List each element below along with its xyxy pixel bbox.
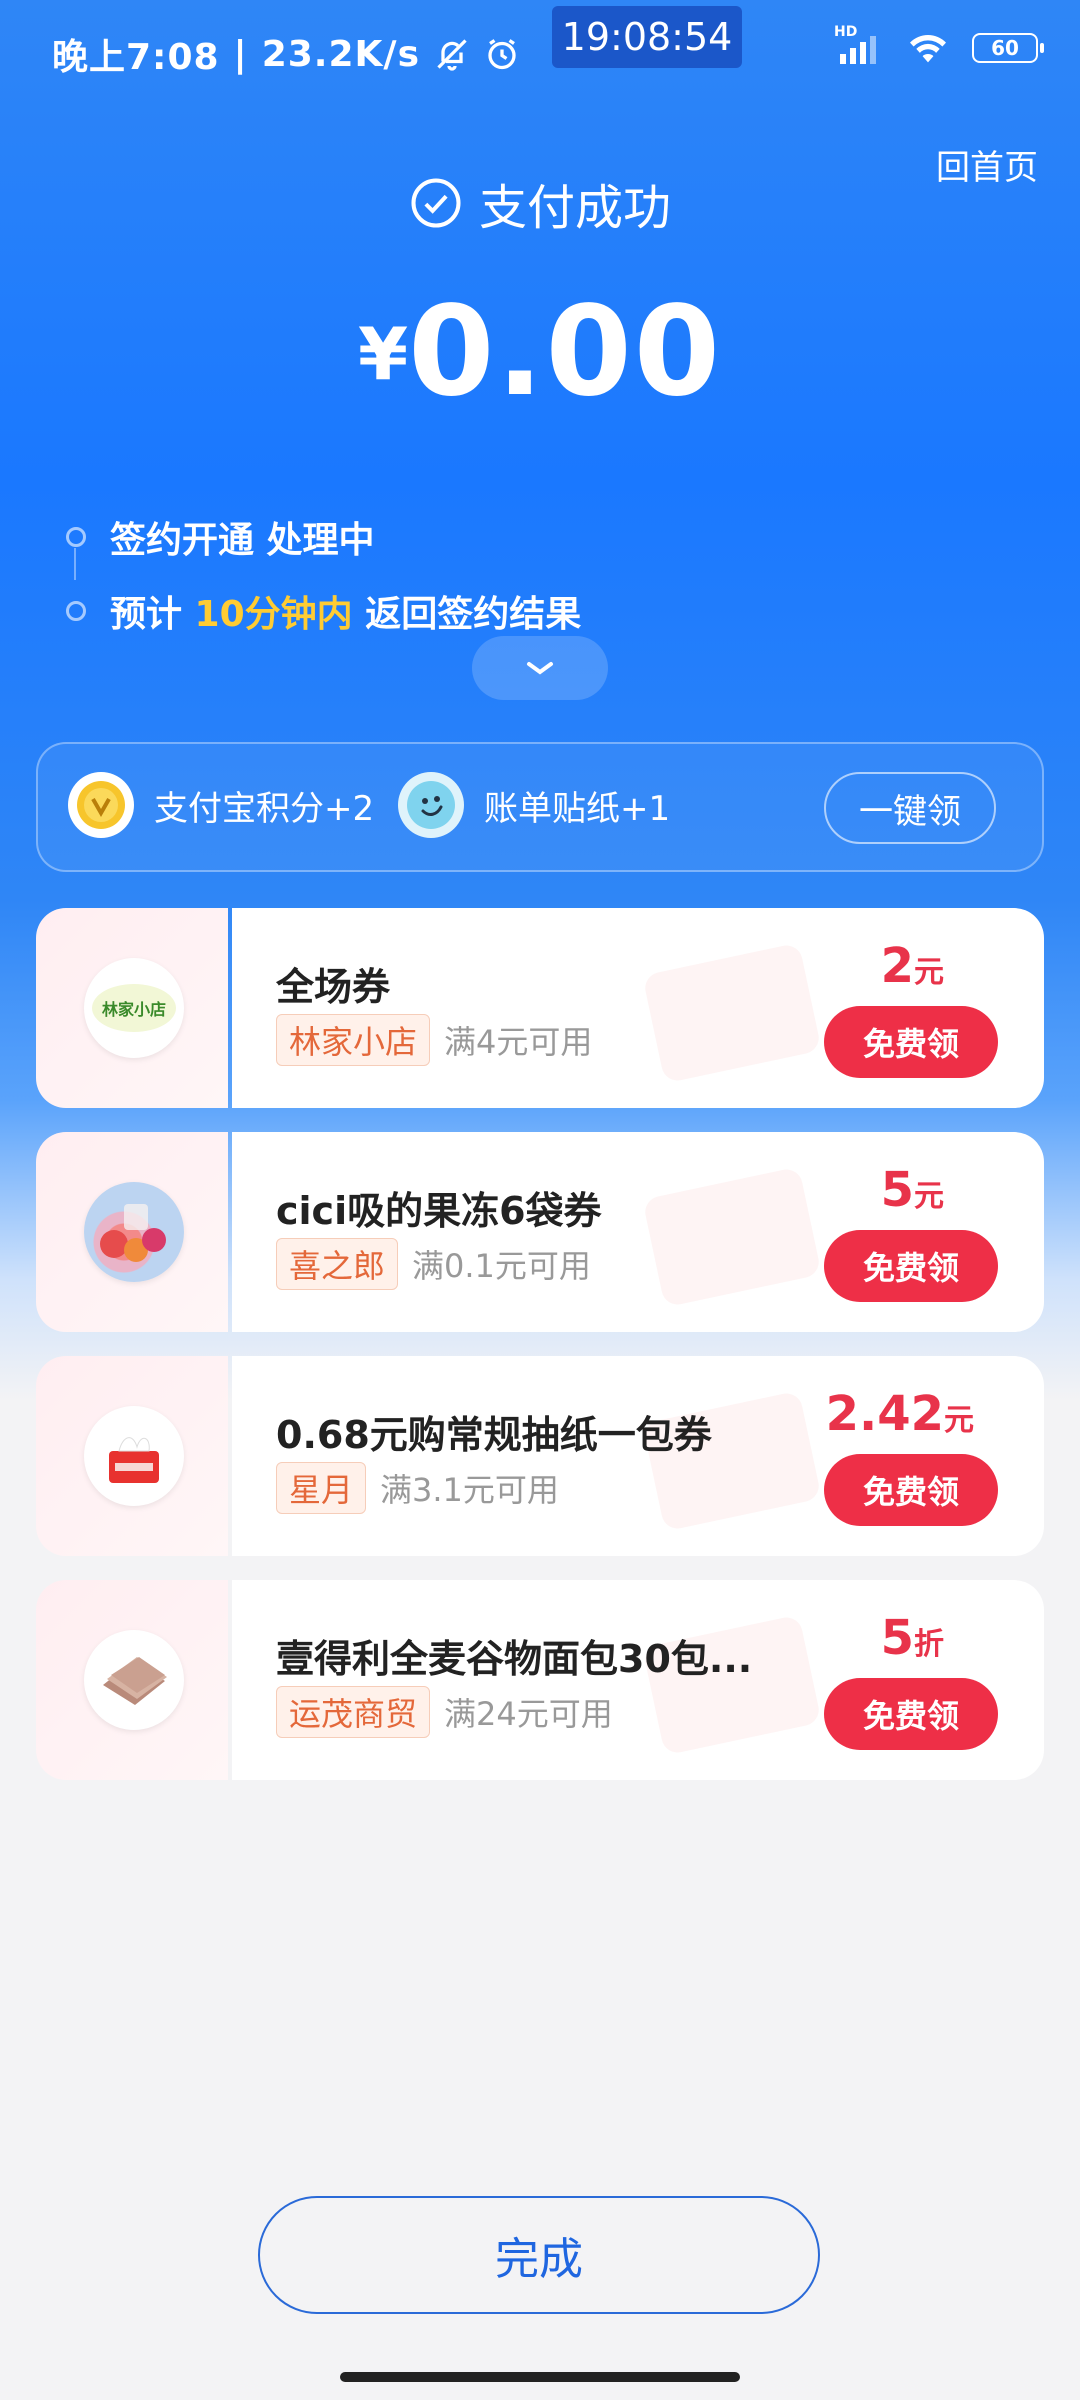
step-text: 签约开通 处理中 bbox=[110, 520, 375, 561]
shop-logo-text: 林家小店 bbox=[102, 1000, 166, 1019]
currency-symbol: ¥ bbox=[357, 312, 409, 396]
coupon-value-number: 2 bbox=[880, 938, 914, 994]
claim-coupon-button[interactable]: 免费领 bbox=[824, 1230, 998, 1302]
coupon-card: 壹得利全麦谷物面包30包... 运茂商贸 满24元可用 5折 免费领 bbox=[36, 1580, 1044, 1780]
coupon-body: 壹得利全麦谷物面包30包... 运茂商贸 满24元可用 5折 免费领 bbox=[232, 1580, 1044, 1780]
step-highlight: 10分钟内 bbox=[194, 594, 353, 635]
status-divider: | bbox=[233, 33, 248, 75]
product-image bbox=[84, 1182, 184, 1282]
rewards-bar: 支付宝积分+2 账单贴纸+1 一键领 bbox=[36, 742, 1044, 872]
amount-value: 0.00 bbox=[408, 280, 723, 424]
coupon-body: 0.68元购常规抽纸一包券 星月 满3.1元可用 2.42元 免费领 bbox=[232, 1356, 1044, 1556]
coupon-value-unit: 折 bbox=[914, 1627, 944, 1662]
coupon-value-number: 5 bbox=[880, 1162, 914, 1218]
signing-status-steps: 签约开通 处理中 预计 10分钟内 返回签约结果 bbox=[66, 500, 581, 648]
chevron-down-icon bbox=[527, 662, 553, 675]
reward-sticker: 账单贴纸+1 bbox=[398, 772, 670, 838]
hd-label: HD bbox=[834, 24, 858, 40]
coupon-value-unit: 元 bbox=[944, 1403, 974, 1438]
coupon-card: 0.68元购常规抽纸一包券 星月 满3.1元可用 2.42元 免费领 bbox=[36, 1356, 1044, 1556]
signal-icon: HD bbox=[834, 24, 884, 66]
coupon-body: 全场券 林家小店 满4元可用 2元 免费领 bbox=[232, 908, 1044, 1108]
coupon-stub bbox=[36, 1356, 228, 1556]
claim-coupon-button[interactable]: 免费领 bbox=[824, 1678, 998, 1750]
step-connector bbox=[74, 548, 76, 580]
coupon-stub: 林家小店 bbox=[36, 908, 228, 1108]
reward-points-label: 支付宝积分+2 bbox=[154, 788, 375, 829]
coupon-watermark bbox=[642, 942, 822, 1084]
alarm-icon bbox=[488, 39, 516, 70]
battery-icon: 60 bbox=[972, 33, 1044, 63]
coupon-title: 壹得利全麦谷物面包30包... bbox=[276, 1637, 753, 1681]
coupon-tags: 运茂商贸 满24元可用 bbox=[276, 1686, 613, 1738]
reward-points: 支付宝积分+2 bbox=[68, 772, 374, 838]
status-right: HD 60 bbox=[834, 24, 1044, 66]
claim-coupon-button[interactable]: 免费领 bbox=[824, 1006, 998, 1078]
coupon-tags: 林家小店 满4元可用 bbox=[276, 1014, 592, 1066]
wifi-icon bbox=[910, 35, 946, 63]
coupon-title: cici吸的果冻6袋券 bbox=[276, 1189, 602, 1233]
coupon-card: cici吸的果冻6袋券 喜之郎 满0.1元可用 5元 免费领 bbox=[36, 1132, 1044, 1332]
claim-coupon-button[interactable]: 免费领 bbox=[824, 1454, 998, 1526]
sticker-icon bbox=[398, 772, 464, 838]
step-item: 签约开通 处理中 bbox=[66, 500, 581, 574]
bell-off-icon bbox=[437, 39, 467, 71]
success-text: 支付成功 bbox=[478, 180, 671, 236]
coupon-value: 2.42元 bbox=[826, 1386, 974, 1442]
coupon-tags: 喜之郎 满0.1元可用 bbox=[276, 1238, 591, 1290]
coupon-value-unit: 元 bbox=[914, 1179, 944, 1214]
status-bar: 晚上7:08 | 23.2K/s 19:08:54 HD 60 bbox=[0, 0, 1080, 100]
battery-level: 60 bbox=[991, 36, 1019, 60]
coupon-body: cici吸的果冻6袋券 喜之郎 满0.1元可用 5元 免费领 bbox=[232, 1132, 1044, 1332]
status-speed: 23.2K/s bbox=[261, 33, 420, 75]
coupon-value-number: 5 bbox=[880, 1610, 914, 1666]
coupon-condition: 满4元可用 bbox=[444, 1023, 593, 1061]
step-dot bbox=[66, 601, 86, 621]
coupon-value: 2元 bbox=[881, 938, 944, 994]
coupon-watermark bbox=[642, 1166, 822, 1308]
status-time: 晚上7:08 bbox=[52, 37, 220, 78]
reward-sticker-label: 账单贴纸+1 bbox=[484, 788, 671, 829]
gesture-home-bar[interactable] bbox=[340, 2372, 740, 2382]
coupon-value: 5元 bbox=[881, 1162, 944, 1218]
coupon-value: 5折 bbox=[881, 1610, 944, 1666]
product-image bbox=[84, 1630, 184, 1730]
coupon-condition: 满24元可用 bbox=[444, 1695, 613, 1733]
payment-success-title: 支付成功 bbox=[0, 168, 1080, 238]
coupon-shop: 星月 bbox=[276, 1462, 367, 1514]
coupon-stub bbox=[36, 1132, 228, 1332]
claim-all-button[interactable]: 一键领 bbox=[824, 772, 996, 844]
coupon-stub bbox=[36, 1580, 228, 1780]
coupon-value-unit: 元 bbox=[914, 955, 944, 990]
coupon-tags: 星月 满3.1元可用 bbox=[276, 1462, 559, 1514]
step-prefix: 预计 bbox=[110, 594, 195, 635]
coupon-title: 全场券 bbox=[276, 965, 391, 1009]
coupon-title: 0.68元购常规抽纸一包券 bbox=[276, 1413, 712, 1457]
alipay-points-icon bbox=[68, 772, 134, 838]
coupon-shop: 林家小店 bbox=[276, 1014, 431, 1066]
step-dot bbox=[66, 527, 86, 547]
status-left: 晚上7:08 | 23.2K/s bbox=[52, 28, 520, 80]
expand-button[interactable] bbox=[472, 636, 608, 700]
coupon-condition: 满3.1元可用 bbox=[380, 1471, 559, 1509]
coupon-shop: 喜之郎 bbox=[276, 1238, 399, 1290]
coupon-value-number: 2.42 bbox=[825, 1386, 944, 1442]
shop-logo: 林家小店 bbox=[84, 958, 184, 1058]
coupon-shop: 运茂商贸 bbox=[276, 1686, 431, 1738]
product-image bbox=[84, 1406, 184, 1506]
clock-pill: 19:08:54 bbox=[552, 6, 742, 68]
check-circle-icon bbox=[411, 178, 461, 228]
done-button[interactable]: 完成 bbox=[258, 2196, 820, 2314]
coupon-card: 林家小店 全场券 林家小店 满4元可用 2元 免费领 bbox=[36, 908, 1044, 1108]
payment-amount: ¥0.00 bbox=[0, 280, 1080, 424]
coupon-condition: 满0.1元可用 bbox=[412, 1247, 591, 1285]
step-suffix: 返回签约结果 bbox=[352, 594, 582, 635]
